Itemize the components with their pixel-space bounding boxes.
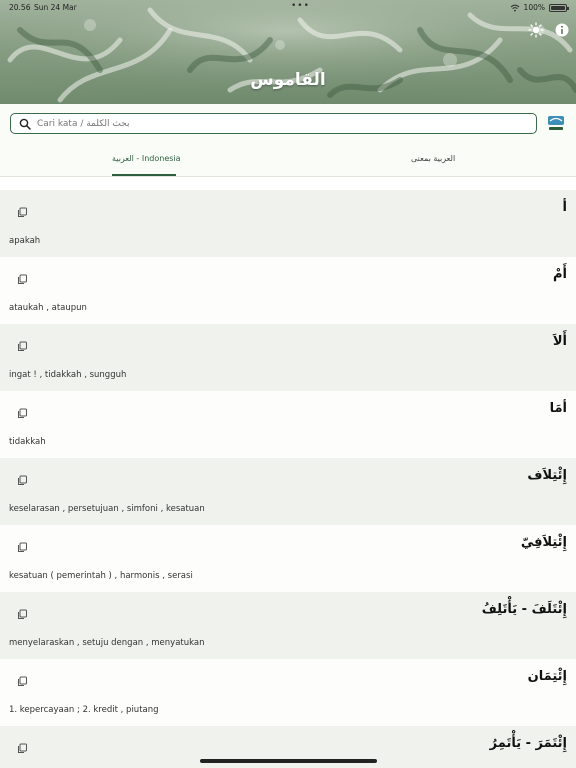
entry-arabic: إِئْتِمَان (527, 669, 567, 684)
search-box[interactable] (10, 113, 537, 134)
entry-meaning: ingat ! , tidakkah , sungguh (9, 370, 127, 380)
app-logo-icon (548, 116, 564, 130)
entry-meaning: tidakkah (9, 437, 46, 447)
copy-icon[interactable] (17, 743, 28, 754)
home-indicator[interactable] (200, 759, 377, 763)
copy-icon[interactable] (17, 207, 28, 218)
search-icon (19, 118, 31, 130)
entry-arabic: أ (562, 200, 567, 215)
list-item[interactable]: إِئْتِمَان 1. kepercayaan ; 2. kredit , … (0, 659, 576, 726)
entry-arabic: إِئْتَلَفَ - يَأْتَلِفُ (481, 602, 567, 617)
multitasking-dots-icon[interactable]: ••• (291, 1, 310, 11)
copy-icon[interactable] (17, 475, 28, 486)
entry-list[interactable]: أ apakah أَمْ ataukah , ataupun أَلاَ in… (0, 190, 576, 768)
status-bar: 20.56 Sun 24 Mar ••• 100% (9, 1, 569, 17)
page-title: القاموس (250, 70, 326, 90)
active-tab-indicator (112, 174, 176, 176)
copy-icon[interactable] (17, 609, 28, 620)
entry-arabic: أَمْ (553, 267, 567, 282)
status-right: 100% (510, 3, 569, 12)
entry-meaning: kesatuan ( pemerintah ) , harmonis , ser… (9, 571, 193, 581)
list-item[interactable]: أمَا tidakkah (0, 391, 576, 458)
entry-meaning: 1. kepercayaan ; 2. kredit , piutang (9, 705, 159, 715)
tab-bar: العربية - Indonesia العربية بمعنى (0, 144, 576, 177)
list-item[interactable]: إِئْتَلَفَ - يَأْتَلِفُ menyelaraskan , … (0, 592, 576, 659)
list-item[interactable]: أَمْ ataukah , ataupun (0, 257, 576, 324)
search-input[interactable] (37, 118, 517, 129)
wifi-icon (510, 4, 519, 11)
dictionary-app: 20.56 Sun 24 Mar ••• 100% القاموس Cari k… (0, 0, 576, 768)
entry-arabic: إِئْتِلاَف (527, 468, 567, 483)
entry-arabic: إِئْتِلاَفِيّ (520, 535, 567, 550)
copy-icon[interactable] (17, 408, 28, 419)
entry-arabic: إِئْتَمَرَ - يَأْتَمِرُ (489, 736, 567, 751)
status-date: Sun 24 Mar (34, 3, 77, 12)
tab-arabic-meaning[interactable]: العربية بمعنى (411, 154, 455, 163)
entry-meaning: menyelaraskan , setuju dengan , menyatuk… (9, 638, 205, 648)
list-item[interactable]: أ apakah (0, 190, 576, 257)
header: 20.56 Sun 24 Mar ••• 100% القاموس (0, 0, 576, 104)
copy-icon[interactable] (17, 274, 28, 285)
search-bar-container (0, 104, 576, 144)
battery-icon (549, 3, 569, 12)
status-time: 20.56 (9, 3, 31, 12)
list-item[interactable]: إِئْتِلاَف keselarasan , persetujuan , s… (0, 458, 576, 525)
entry-arabic: أمَا (549, 401, 567, 416)
entry-meaning: ataukah , ataupun (9, 303, 87, 313)
brightness-icon[interactable] (528, 22, 544, 38)
battery-percent: 100% (523, 3, 545, 12)
list-item[interactable]: أَلاَ ingat ! , tidakkah , sungguh (0, 324, 576, 391)
entry-meaning: apakah (9, 236, 41, 246)
info-icon[interactable] (554, 22, 570, 38)
entry-meaning: keselarasan , persetujuan , simfoni , ke… (9, 504, 205, 514)
list-item[interactable]: إِئْتِلاَفِيّ kesatuan ( pemerintah ) , … (0, 525, 576, 592)
tab-arabic-indonesia[interactable]: العربية - Indonesia (112, 154, 181, 163)
copy-icon[interactable] (17, 542, 28, 553)
copy-icon[interactable] (17, 341, 28, 352)
entry-arabic: أَلاَ (552, 334, 567, 349)
copy-icon[interactable] (17, 676, 28, 687)
